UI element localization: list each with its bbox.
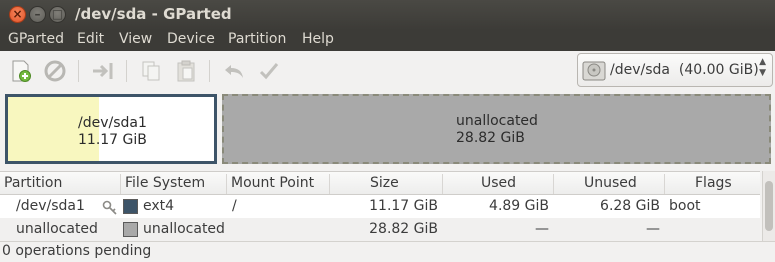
table-row[interactable]: unallocated unallocated 28.82 GiB — — xyxy=(0,218,760,241)
cell-size: 28.82 GiB xyxy=(369,221,438,237)
undo-button[interactable] xyxy=(222,58,248,84)
column-divider xyxy=(553,174,554,194)
cell-used: — xyxy=(535,221,549,237)
apply-button[interactable] xyxy=(256,58,282,84)
partition-block-name: /dev/sda1 xyxy=(78,115,147,131)
device-selector-label: /dev/sda (40.00 GiB) xyxy=(610,62,759,78)
cell-used: 4.89 GiB xyxy=(489,198,549,214)
partition-block-sda1[interactable]: /dev/sda1 11.17 GiB xyxy=(5,94,217,164)
partition-block-label: /dev/sda1 11.17 GiB xyxy=(78,115,147,149)
key-icon xyxy=(102,200,117,215)
column-header-partition[interactable]: Partition xyxy=(4,175,62,191)
menu-gparted[interactable]: GParted xyxy=(8,31,64,47)
apply-checkmark-icon xyxy=(259,63,279,80)
hard-disk-icon xyxy=(582,61,606,81)
disk-graph: /dev/sda1 11.17 GiB unallocated 28.82 Gi… xyxy=(0,91,775,169)
menu-partition[interactable]: Partition xyxy=(228,31,286,47)
title-bar: × – □ /dev/sda - GParted xyxy=(0,0,775,30)
cell-flags: boot xyxy=(669,198,701,214)
maximize-icon: □ xyxy=(51,7,64,21)
cell-unused: 6.28 GiB xyxy=(600,198,660,214)
resize-move-icon xyxy=(93,63,113,79)
column-header-used[interactable]: Used xyxy=(481,175,516,191)
filesystem-color-swatch xyxy=(123,222,138,237)
partition-table: Partition File System Mount Point Size U… xyxy=(0,171,760,241)
filesystem-color-swatch xyxy=(123,199,138,214)
table-header: Partition File System Mount Point Size U… xyxy=(0,171,760,195)
unallocated-block[interactable]: unallocated 28.82 GiB xyxy=(222,94,771,164)
device-selector[interactable]: /dev/sda (40.00 GiB) ▲ ▼ xyxy=(577,53,773,87)
close-icon: × xyxy=(12,7,23,21)
scrollbar-thumb[interactable] xyxy=(765,181,773,231)
column-header-filesystem[interactable]: File System xyxy=(125,175,205,191)
menu-bar: GParted Edit View Device Partition Help xyxy=(0,30,775,51)
column-header-size[interactable]: Size xyxy=(370,175,399,191)
delete-partition-button[interactable] xyxy=(42,58,68,84)
column-divider xyxy=(664,174,665,194)
menu-view[interactable]: View xyxy=(119,31,152,47)
paste-icon xyxy=(177,60,195,82)
new-partition-button[interactable] xyxy=(8,58,34,84)
table-scrollbar[interactable] xyxy=(762,171,775,241)
copy-button[interactable] xyxy=(138,58,164,84)
menu-device[interactable]: Device xyxy=(167,31,215,47)
column-header-flags[interactable]: Flags xyxy=(695,175,732,191)
device-name: /dev/sda xyxy=(610,62,670,78)
table-row[interactable]: /dev/sda1 ext4 / 11.17 GiB 4.89 GiB 6.28… xyxy=(0,195,760,218)
device-size: (40.00 GiB) xyxy=(678,62,759,78)
cell-partition: unallocated xyxy=(16,221,98,237)
cell-filesystem: unallocated xyxy=(143,221,225,237)
cell-size: 11.17 GiB xyxy=(369,198,438,214)
minimize-window-button[interactable]: – xyxy=(29,6,46,23)
cell-filesystem: ext4 xyxy=(143,198,175,214)
partition-block-size: 11.17 GiB xyxy=(78,132,147,148)
menu-edit[interactable]: Edit xyxy=(77,31,104,47)
toolbar-separator xyxy=(78,60,79,82)
status-bar: 0 operations pending xyxy=(0,241,775,262)
copy-icon xyxy=(142,61,160,81)
unallocated-block-label: unallocated 28.82 GiB xyxy=(456,113,538,147)
unallocated-block-size: 28.82 GiB xyxy=(456,130,525,146)
minimize-icon: – xyxy=(34,7,41,21)
paste-button[interactable] xyxy=(173,58,199,84)
cell-mountpoint: / xyxy=(232,198,237,214)
delete-icon xyxy=(44,60,66,82)
column-divider xyxy=(442,174,443,194)
toolbar-separator xyxy=(126,60,127,82)
chevron-updown-icon: ▲ ▼ xyxy=(759,57,766,78)
column-divider xyxy=(226,174,227,194)
column-header-mountpoint[interactable]: Mount Point xyxy=(231,175,314,191)
resize-move-button[interactable] xyxy=(90,58,116,84)
maximize-window-button[interactable]: □ xyxy=(49,6,66,23)
cell-partition: /dev/sda1 xyxy=(16,198,85,214)
new-partition-icon xyxy=(12,60,31,82)
operations-pending-status: 0 operations pending xyxy=(2,243,152,259)
close-window-button[interactable]: × xyxy=(9,6,26,23)
undo-icon xyxy=(225,65,243,78)
column-divider xyxy=(120,174,121,194)
menu-help[interactable]: Help xyxy=(302,31,334,47)
column-header-unused[interactable]: Unused xyxy=(584,175,637,191)
unallocated-block-name: unallocated xyxy=(456,113,538,129)
toolbar-separator xyxy=(209,60,210,82)
window-title: /dev/sda - GParted xyxy=(75,5,232,23)
cell-unused: — xyxy=(646,221,660,237)
column-divider xyxy=(329,174,330,194)
